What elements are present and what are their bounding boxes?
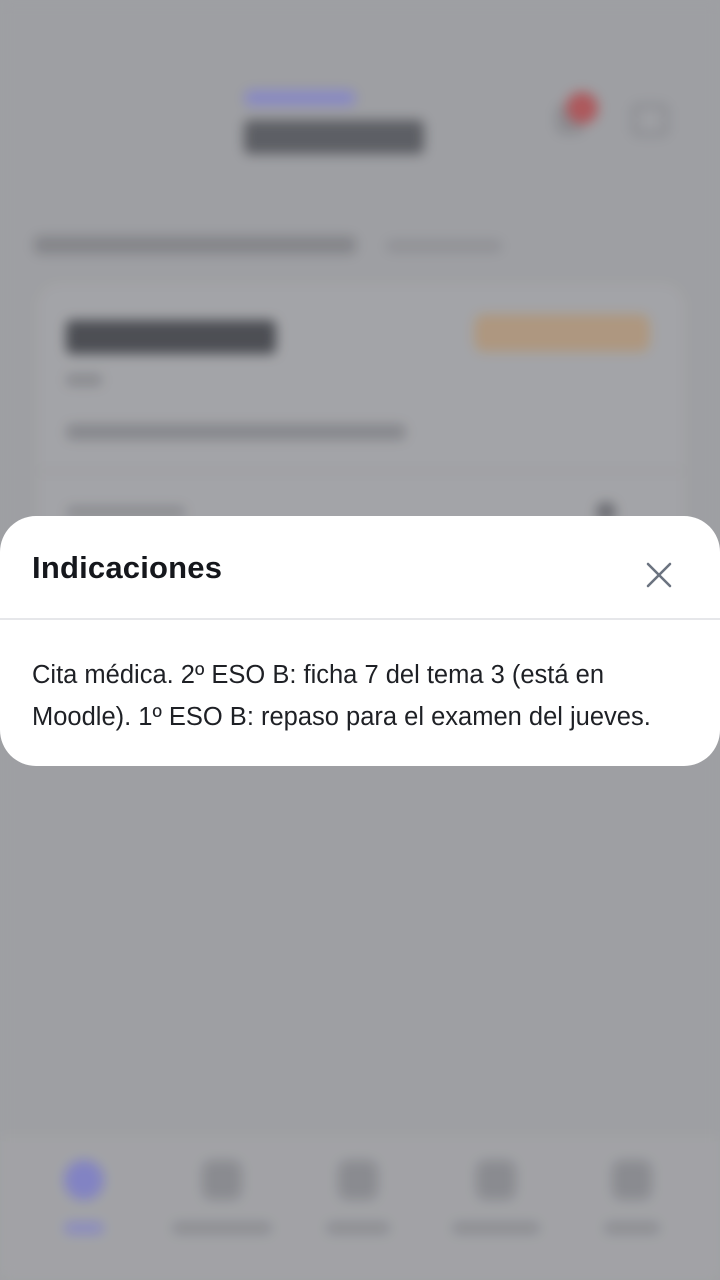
modal-body-text: Cita médica. 2º ESO B: ficha 7 del tema …: [32, 661, 651, 731]
close-icon: [646, 562, 672, 588]
modal-header: Indicaciones: [0, 516, 720, 620]
indicaciones-modal: Indicaciones Cita médica. 2º ESO B: fich…: [0, 516, 720, 766]
close-button[interactable]: [636, 552, 682, 598]
modal-title: Indicaciones: [32, 550, 223, 585]
